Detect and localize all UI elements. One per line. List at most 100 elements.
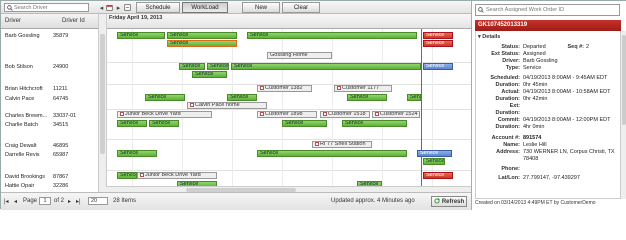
next-page-icon[interactable]: ▸	[68, 198, 71, 205]
field-value: Assigned	[523, 51, 546, 57]
location-label: Customer 1898	[265, 111, 303, 117]
order-bar[interactable]: Service	[342, 120, 407, 127]
row-divider	[107, 170, 471, 171]
driver-list: Barb Gossling 35879 Bob Stilson 24900 Bria…	[1, 29, 98, 192]
field-value: Service	[523, 65, 542, 71]
order-bar[interactable]: Service	[347, 94, 387, 101]
driver-list-header: Driver Driver Id	[1, 14, 98, 29]
order-bar[interactable]: Service	[192, 71, 227, 78]
order-search-box[interactable]	[475, 4, 620, 16]
field-label: Commit:	[497, 117, 520, 123]
order-bar[interactable]: Service	[407, 94, 421, 101]
field-label: Status:	[501, 44, 520, 50]
new-button[interactable]: New	[242, 2, 280, 13]
created-footer: Created on 03/14/2013 4:49PM ET by Custo…	[475, 200, 596, 206]
grid-line	[432, 29, 433, 192]
schedule-tab[interactable]: Schedule	[136, 2, 180, 13]
order-bar[interactable]: Service	[145, 94, 185, 101]
order-bar[interactable]: Service	[423, 172, 453, 179]
field-value: Barb Gossling	[523, 58, 558, 64]
order-bar[interactable]: Service	[231, 63, 421, 70]
location-bar[interactable]: Junior Beck Drive Yard	[137, 172, 217, 179]
order-bar[interactable]: Service	[257, 150, 407, 157]
last-page-icon[interactable]: ▸|	[76, 198, 81, 205]
order-bar[interactable]: Service	[207, 63, 229, 70]
driver-name: Calvin Pace	[5, 96, 35, 102]
zoom-icon[interactable]	[123, 3, 132, 12]
order-bar[interactable]: Service	[227, 94, 257, 101]
order-bar[interactable]: Service	[423, 63, 453, 70]
order-title: GK107452013319	[475, 20, 621, 31]
driver-name: Charles Brewm...	[5, 113, 48, 119]
details-scrollbar[interactable]	[621, 31, 626, 199]
driver-list-scrollbar[interactable]	[98, 14, 106, 192]
location-bar[interactable]: Customer 1177	[334, 85, 392, 92]
order-bar[interactable]: Service	[423, 158, 445, 165]
field-value: 04/19/2013 8:00AM - 10:58AM EDT	[523, 89, 611, 95]
location-label: Junior Beck Drive Yard	[145, 172, 201, 178]
clear-button[interactable]: Clear	[282, 2, 320, 13]
order-bar[interactable]: Service	[423, 40, 453, 47]
prev-page-icon[interactable]: ◂	[14, 198, 17, 205]
page-size-select[interactable]: 20	[88, 197, 108, 205]
order-bar[interactable]: Service	[149, 120, 179, 127]
location-bar[interactable]: Customer 1518	[320, 111, 370, 118]
timeline: Friday April 19, 2013 Service Service Se…	[106, 14, 471, 192]
order-bar[interactable]: Service	[417, 150, 452, 157]
location-bar[interactable]: Customer 1382	[257, 85, 312, 92]
field-value: Departed	[523, 44, 546, 50]
order-bar[interactable]: Service	[167, 32, 237, 39]
search-icon	[476, 7, 486, 13]
order-search-input[interactable]	[486, 7, 606, 13]
location-label: Customer 1177	[342, 85, 380, 91]
scrollbar-thumb[interactable]	[100, 34, 105, 154]
location-bar[interactable]: Junior Beck Drive Yard	[117, 111, 212, 118]
driver-name: Darrelle Revis	[5, 152, 40, 158]
refresh-label: Refresh	[441, 198, 465, 205]
field-label: Ext Status:	[491, 51, 520, 57]
driver-search-input[interactable]	[14, 4, 86, 11]
field-label: Actual:	[501, 89, 520, 95]
location-bar[interactable]: Calvin Pace home	[187, 102, 267, 109]
order-bar[interactable]: Service	[423, 32, 453, 39]
refresh-button[interactable]: Refresh	[431, 196, 467, 207]
item-count: 28 Items	[113, 198, 137, 204]
workload-tab[interactable]: WorkLoad	[182, 2, 228, 13]
location-bar[interactable]: Customer 1898	[257, 111, 317, 118]
order-bar-selected[interactable]: Service	[167, 40, 237, 47]
location-label: Customer 1518	[328, 111, 366, 117]
stop-marker-icon	[337, 86, 341, 90]
stop-marker-icon	[260, 112, 264, 116]
next-day-icon[interactable]: ▸	[114, 3, 123, 12]
order-bar[interactable]: Service	[117, 150, 157, 157]
page-label: Page	[23, 198, 38, 204]
order-bar[interactable]: Service	[117, 172, 137, 179]
scrollbar-thumb[interactable]	[622, 35, 626, 125]
location-bar[interactable]: RI 77 Shell Station	[312, 141, 372, 148]
driver-name: Hattie Opair	[5, 183, 35, 189]
location-label: Customer 1382	[265, 85, 303, 91]
col-driver-id[interactable]: Driver Id	[62, 18, 85, 24]
field-label: Duration:	[495, 96, 520, 102]
location-bar[interactable]: Gossling Home	[267, 52, 332, 59]
page-input[interactable]: 1	[39, 197, 51, 205]
location-bar[interactable]: Customer 1524	[372, 111, 420, 118]
driver-search-box[interactable]	[4, 3, 89, 12]
field-value: 04/19/2013 8:00AM - 9:45AM EDT	[523, 75, 608, 81]
field-label: Driver:	[502, 58, 520, 64]
order-bar[interactable]: Service	[282, 120, 327, 127]
field-label: Phone:	[501, 166, 520, 172]
location-label: RI 77 Shell Station	[320, 141, 366, 147]
first-page-icon[interactable]: |◂	[4, 198, 9, 205]
field-value: 730 WERNER LN, Corpus Christi, TX	[523, 149, 615, 155]
order-bar[interactable]: Service	[247, 32, 417, 39]
details-section-toggle[interactable]: ▾ Details	[478, 34, 500, 40]
order-details-panel: GK107452013319 ▾ Details Status:Departed…	[471, 1, 626, 210]
field-value: 0hr 42min	[523, 96, 548, 102]
order-bar[interactable]: Service	[117, 32, 165, 39]
col-driver[interactable]: Driver	[5, 18, 21, 24]
order-bar[interactable]: Service	[179, 63, 205, 70]
timeline-body: Service Service Service Service Service …	[107, 29, 471, 192]
order-bar[interactable]: Service	[117, 120, 147, 127]
calendar-icon[interactable]	[105, 3, 114, 12]
